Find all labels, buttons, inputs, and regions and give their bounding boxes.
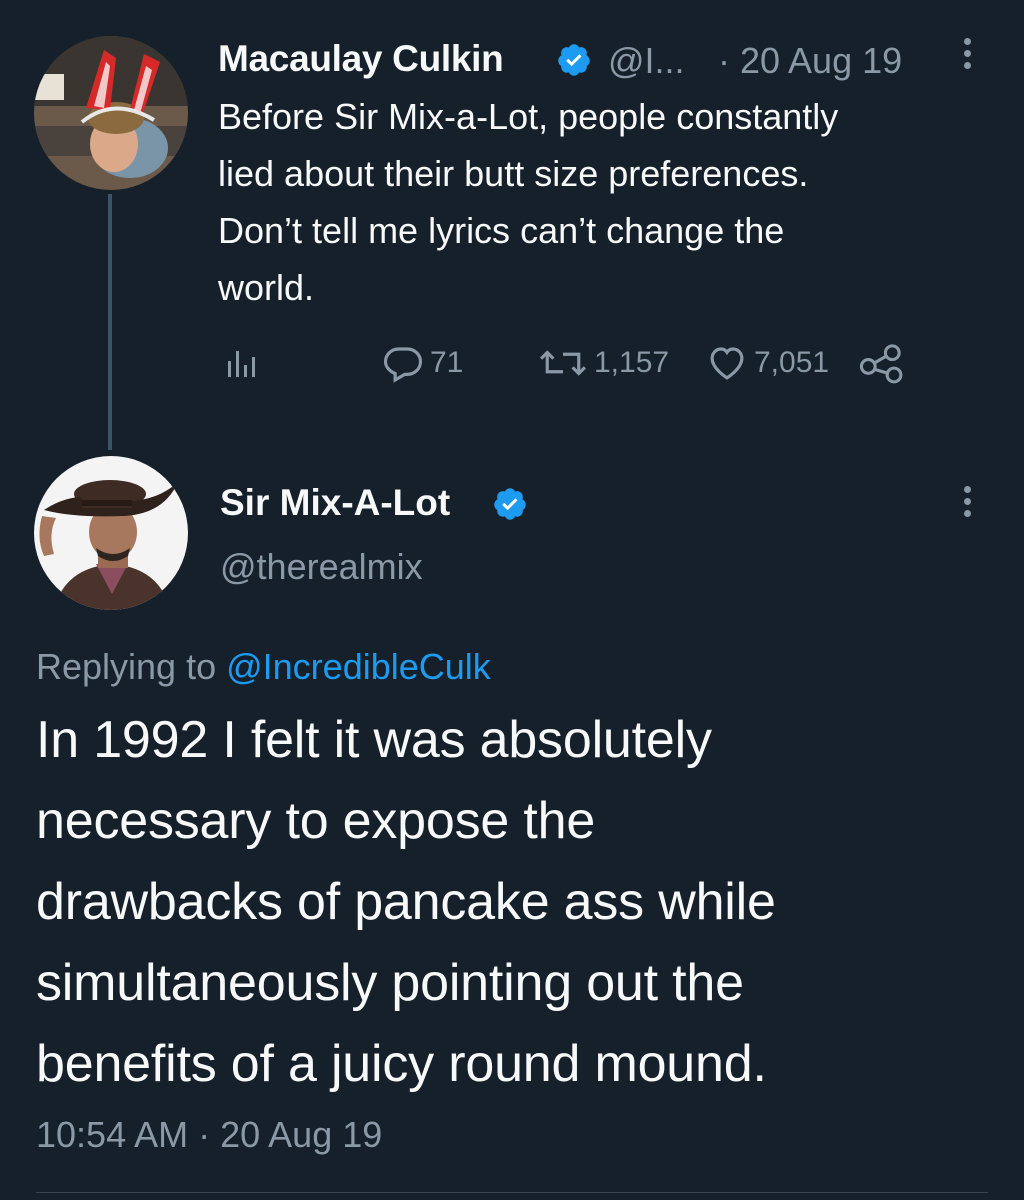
share-icon (858, 342, 906, 384)
parent-tweet-text-line: Don’t tell me lyrics can’t change the (218, 210, 785, 251)
parent-tweet-text-line: world. (218, 267, 315, 308)
reply-icon (382, 342, 424, 384)
share-button[interactable] (858, 340, 906, 386)
parent-tweet-text-line: lied about their butt size preferences. (218, 153, 809, 194)
reply-tweet-text-line: necessary to expose the (36, 792, 596, 850)
reply-button[interactable]: 71 (382, 340, 463, 386)
reply-author-name[interactable]: Sir Mix-A-Lot (220, 482, 450, 524)
verified-badge-icon (556, 42, 592, 78)
reply-author-handle[interactable]: @therealmix (220, 546, 423, 588)
retweet-icon (538, 342, 588, 384)
parent-tweet-text-line: Before Sir Mix-a-Lot, people constantly (218, 96, 839, 137)
parent-author-avatar[interactable] (34, 36, 188, 190)
replying-to-mention-link[interactable]: @IncredibleCulk (226, 646, 491, 687)
parent-tweet-date[interactable]: · 20 Aug 19 (718, 40, 902, 82)
analytics-button[interactable] (222, 340, 262, 386)
like-button[interactable]: 7,051 (706, 340, 829, 386)
parent-more-options-icon[interactable] (962, 38, 972, 74)
replying-to-line: Replying to @IncredibleCulk (36, 646, 491, 688)
replying-to-label: Replying to (36, 646, 227, 687)
reply-tweet-text-line: benefits of a juicy round mound. (36, 1035, 767, 1093)
reply-count: 71 (430, 346, 464, 379)
parent-tweet-header: Macaulay Culkin @I... · 20 Aug 19 (218, 36, 1008, 86)
analytics-icon (222, 343, 262, 383)
reply-tweet-text: In 1992 I felt it was absolutely necessa… (36, 700, 996, 1105)
heart-icon (706, 342, 748, 384)
retweet-button[interactable]: 1,157 (538, 340, 669, 386)
reply-tweet-text-line: drawbacks of pancake ass while (36, 873, 776, 931)
reply-more-options-icon[interactable] (962, 486, 972, 522)
parent-tweet-text: Before Sir Mix-a-Lot, people constantly … (218, 88, 998, 316)
reply-tweet-timestamp[interactable]: 10:54 AM · 20 Aug 19 (36, 1114, 382, 1156)
parent-author-handle[interactable]: @I... (608, 40, 685, 82)
retweet-count: 1,157 (594, 346, 670, 379)
reply-author-avatar[interactable] (34, 456, 188, 610)
parent-author-name[interactable]: Macaulay Culkin (218, 38, 504, 80)
like-count: 7,051 (754, 346, 830, 379)
divider (36, 1192, 988, 1193)
reply-tweet-text-line: In 1992 I felt it was absolutely (36, 711, 712, 769)
reply-tweet-text-line: simultaneously pointing out the (36, 954, 744, 1012)
verified-badge-icon (492, 486, 528, 522)
thread-connector-line (108, 194, 112, 450)
